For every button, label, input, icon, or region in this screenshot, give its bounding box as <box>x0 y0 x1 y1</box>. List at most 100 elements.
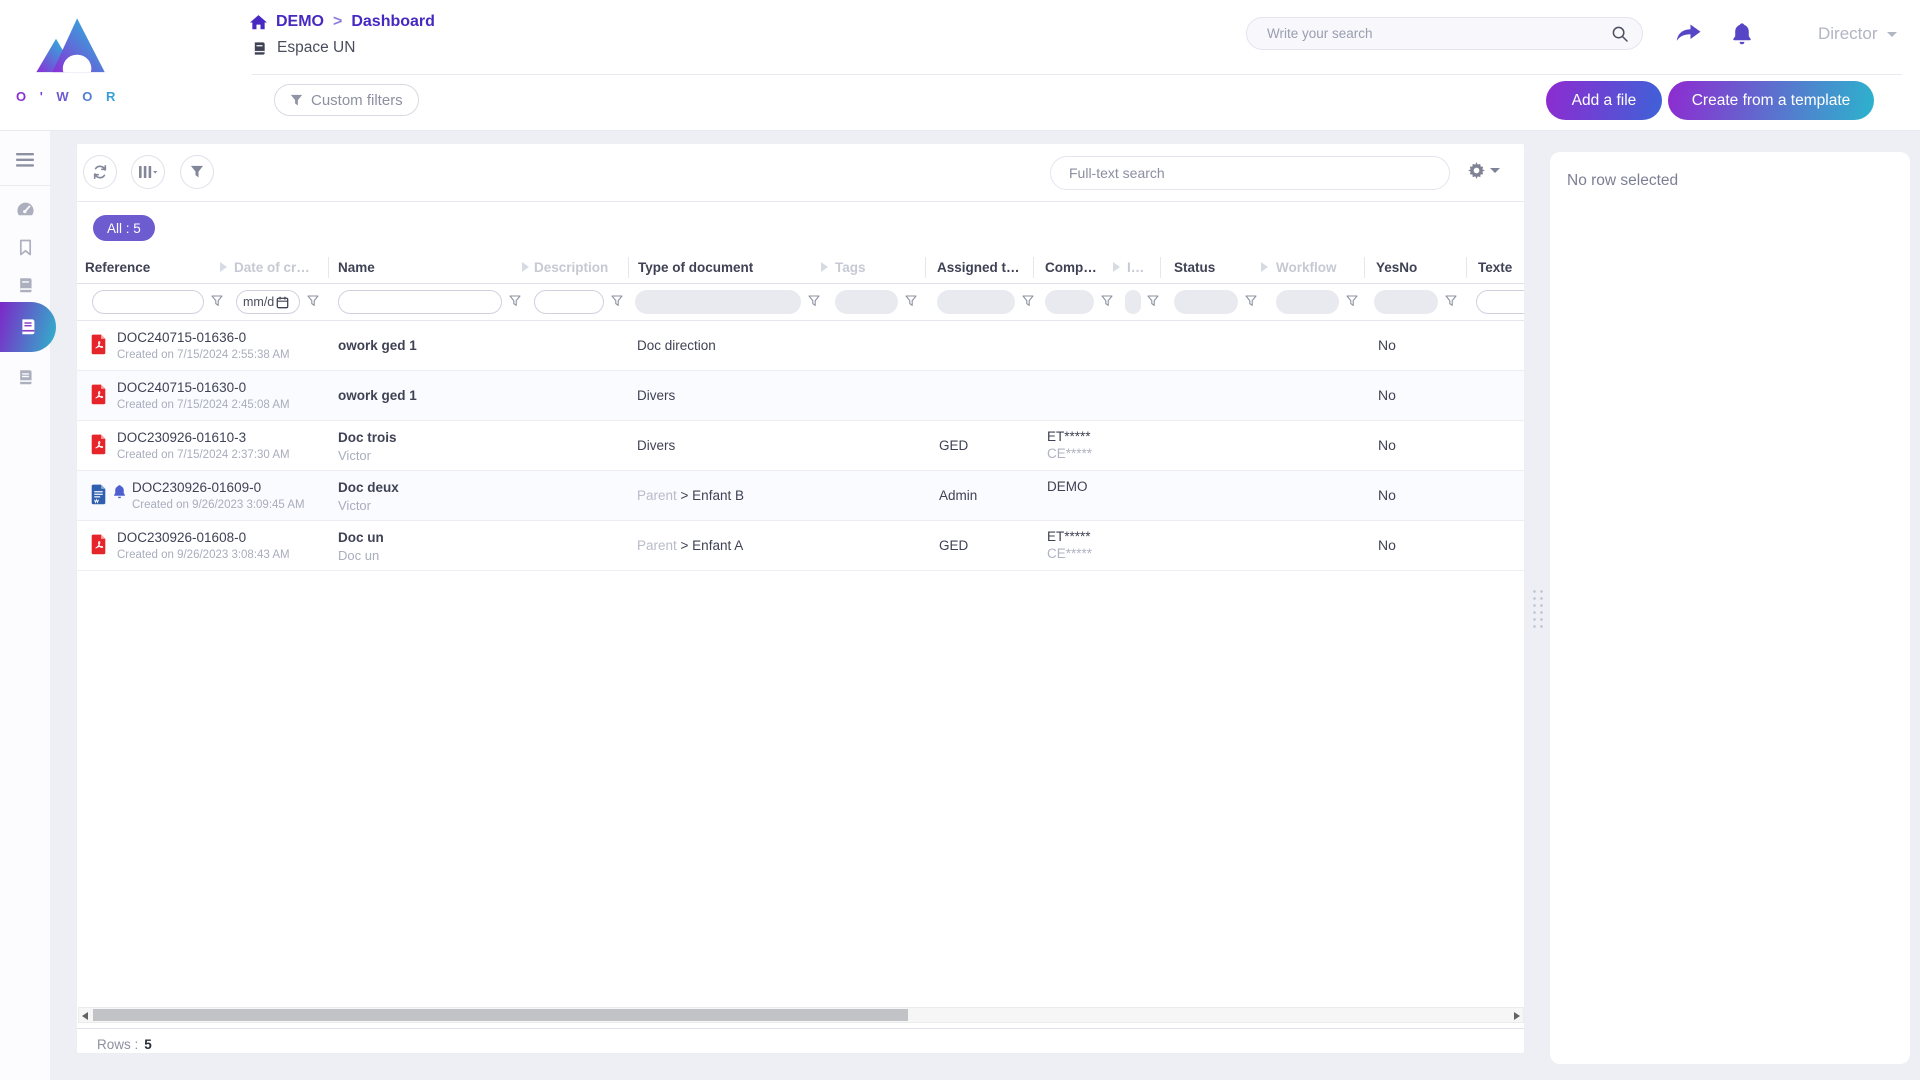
filter-input-description-field[interactable] <box>535 291 603 313</box>
filter-funnel-icon[interactable] <box>1346 295 1358 307</box>
scrollbar-thumb[interactable] <box>93 1009 908 1021</box>
rows-label: Rows : <box>97 1037 138 1052</box>
sort-arrow-icon <box>1261 262 1268 272</box>
row-name: Doc deux <box>338 480 399 495</box>
app-logo[interactable]: O ' W O R K <box>16 10 128 104</box>
col-header-company[interactable]: Comp… <box>1045 260 1097 275</box>
row-document-type: Divers <box>637 438 675 453</box>
book-icon <box>19 318 37 336</box>
book-icon <box>17 277 34 294</box>
filter-input-name-field[interactable] <box>339 291 501 313</box>
global-search-input[interactable] <box>1247 18 1642 49</box>
sort-arrow-icon <box>522 262 529 272</box>
row-name-subtitle: Victor <box>338 498 371 513</box>
column-separator <box>328 257 329 278</box>
chevron-down-icon <box>1887 32 1897 37</box>
filter-funnel-icon[interactable] <box>1245 295 1257 307</box>
sidebar-divider <box>0 185 50 186</box>
footer-divider <box>77 1028 1525 1029</box>
table-row[interactable]: DOC240715-01630-0 Created on 7/15/2024 2… <box>77 371 1525 421</box>
share-button[interactable] <box>1672 18 1704 48</box>
col-header-workflow[interactable]: Workflow <box>1276 260 1337 275</box>
sidebar-item-dashboard[interactable] <box>0 191 50 227</box>
col-header-assigned-to[interactable]: Assigned t… <box>937 260 1020 275</box>
table-settings-button[interactable] <box>1467 161 1500 180</box>
gauge-icon <box>16 201 35 218</box>
scroll-left-arrow-icon[interactable] <box>82 1012 88 1020</box>
notifications-button[interactable] <box>1726 18 1758 48</box>
add-file-button[interactable]: Add a file <box>1546 81 1662 120</box>
column-settings-button[interactable] <box>131 155 165 189</box>
filter-funnel-icon[interactable] <box>1147 295 1159 307</box>
filter-button[interactable] <box>180 155 214 189</box>
row-assigned-to: GED <box>939 438 968 453</box>
custom-filters-button[interactable]: Custom filters <box>274 84 419 116</box>
filter-funnel-icon[interactable] <box>905 295 917 307</box>
sidebar-item-bookmarks[interactable] <box>0 229 50 265</box>
scroll-right-arrow-icon[interactable] <box>1514 1012 1520 1020</box>
col-header-name[interactable]: Name <box>338 260 375 275</box>
sort-arrow-icon <box>1113 262 1120 272</box>
row-name: owork ged 1 <box>338 388 417 403</box>
table-row[interactable]: DOC230926-01609-0 Created on 9/26/2023 3… <box>77 471 1525 521</box>
filter-input-description <box>534 290 604 314</box>
breadcrumb-current[interactable]: Dashboard <box>351 13 435 31</box>
row-created-date: Created on 7/15/2024 2:37:30 AM <box>117 449 290 461</box>
row-name: Doc un <box>338 530 384 545</box>
sidebar-item-archive[interactable] <box>0 359 50 395</box>
sidebar-menu-toggle[interactable] <box>0 142 50 178</box>
filter-funnel-icon[interactable] <box>509 295 521 307</box>
filter-funnel-icon[interactable] <box>1101 295 1113 307</box>
col-header-description[interactable]: Description <box>534 260 608 275</box>
filter-input-texte-field[interactable] <box>1477 291 1525 313</box>
col-header-date-created[interactable]: Date of cr… <box>234 260 310 275</box>
filter-input-reference-field[interactable] <box>93 291 203 313</box>
column-separator <box>925 257 926 278</box>
sidebar-item-documents[interactable] <box>0 267 50 303</box>
refresh-button[interactable] <box>83 155 117 189</box>
tab-all-count[interactable]: All : 5 <box>93 215 155 241</box>
col-header-type[interactable]: Type of document <box>638 260 753 275</box>
col-header-tags[interactable]: Tags <box>835 260 866 275</box>
filter-funnel-icon[interactable] <box>1445 295 1457 307</box>
filter-funnel-icon[interactable] <box>808 295 820 307</box>
sidebar-item-ged-active[interactable] <box>0 302 56 352</box>
table-row[interactable]: DOC240715-01636-0 Created on 7/15/2024 2… <box>77 321 1525 371</box>
col-header-i[interactable]: I… <box>1127 260 1144 275</box>
user-role-label: Director <box>1818 24 1878 44</box>
table-row[interactable]: DOC230926-01608-0 Created on 9/26/2023 3… <box>77 521 1525 571</box>
home-icon[interactable] <box>250 15 267 30</box>
breadcrumb-root[interactable]: DEMO <box>276 13 324 31</box>
row-reference: DOC230926-01609-0 <box>132 480 261 495</box>
workspace-row: Espace UN <box>252 39 355 57</box>
row-name-subtitle: Victor <box>338 448 371 463</box>
user-role-menu[interactable]: Director <box>1818 24 1897 44</box>
filter-funnel-icon[interactable] <box>1022 295 1034 307</box>
notification-bell-icon <box>113 484 126 499</box>
filter-funnel-icon[interactable] <box>211 295 223 307</box>
workspace-name: Espace UN <box>277 39 355 57</box>
search-icon[interactable] <box>1611 25 1629 48</box>
row-name: owork ged 1 <box>338 338 417 353</box>
col-header-status[interactable]: Status <box>1174 260 1215 275</box>
filter-funnel-icon[interactable] <box>307 295 319 307</box>
row-assigned-to: Admin <box>939 488 977 503</box>
col-header-yesno[interactable]: YesNo <box>1376 260 1417 275</box>
panel-resize-handle[interactable] <box>1531 588 1545 628</box>
type-child: > Enfant B <box>681 488 744 503</box>
breadcrumb-separator: > <box>333 13 342 31</box>
create-from-template-button[interactable]: Create from a template <box>1668 81 1874 120</box>
filter-funnel-icon[interactable] <box>611 295 623 307</box>
row-document-type: Doc direction <box>637 338 716 353</box>
table-row[interactable]: DOC230926-01610-3 Created on 7/15/2024 2… <box>77 421 1525 471</box>
col-header-reference[interactable]: Reference <box>85 260 150 275</box>
col-header-texte[interactable]: Texte <box>1478 260 1512 275</box>
row-reference: DOC230926-01610-3 <box>117 430 246 445</box>
fulltext-search-input[interactable] <box>1051 157 1449 189</box>
pdf-file-icon <box>90 384 107 405</box>
horizontal-scrollbar[interactable] <box>78 1007 1524 1023</box>
filter-input-date[interactable]: mm/d <box>236 290 300 314</box>
filter-input-workflow-disabled <box>1276 290 1339 314</box>
details-panel: No row selected <box>1550 152 1910 1064</box>
column-separator <box>1466 257 1467 278</box>
